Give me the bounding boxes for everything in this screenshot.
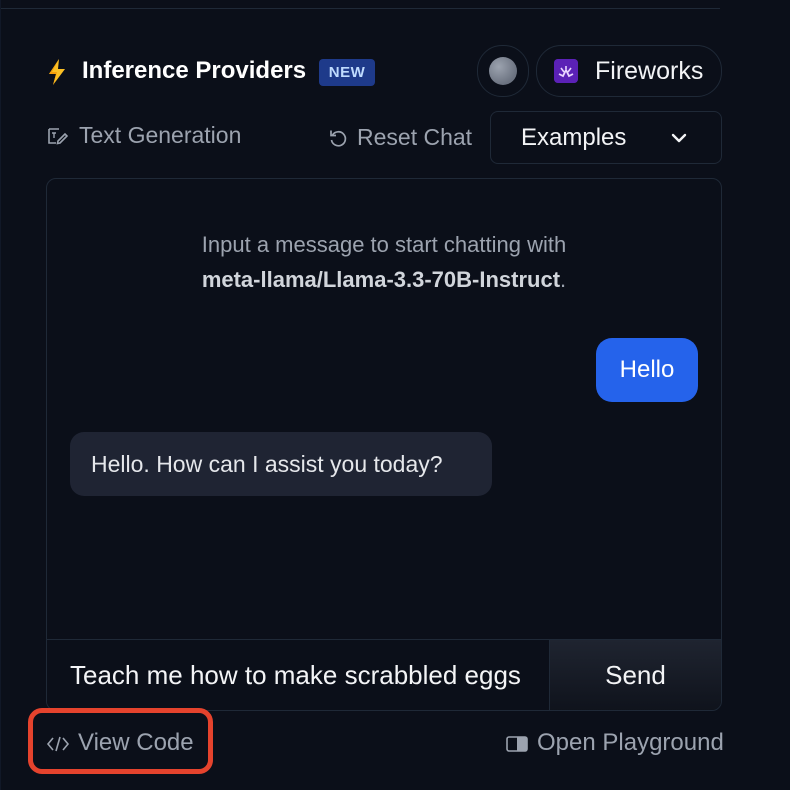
provider-avatar-button[interactable] [477, 45, 529, 97]
widget-header: Inference Providers NEW Fireworks [46, 45, 722, 97]
assistant-message: Hello. How can I assist you today? [70, 432, 492, 496]
open-playground-button[interactable]: Open Playground [506, 728, 724, 760]
open-playground-label: Open Playground [537, 729, 724, 756]
provider-avatar-icon [489, 57, 517, 85]
model-name: meta-llama/Llama-3.3-70B-Instruct [201, 267, 561, 292]
view-code-label: View Code [78, 729, 194, 756]
view-code-button[interactable]: View Code [46, 728, 196, 760]
top-divider [0, 0, 720, 9]
chat-intro: Input a message to start chatting with m… [47, 227, 721, 297]
fireworks-icon [554, 59, 578, 83]
task-label: Text Generation [79, 122, 242, 148]
new-badge: NEW [319, 59, 375, 86]
intro-text: Input a message to start chatting with [201, 232, 567, 257]
chat-panel: Input a message to start chatting with m… [46, 178, 722, 711]
provider-select-button[interactable]: Fireworks [536, 45, 722, 97]
send-button[interactable]: Send [549, 640, 721, 710]
left-divider [0, 0, 1, 790]
intro-suffix: . [560, 267, 567, 292]
user-message: Hello [596, 338, 698, 402]
examples-dropdown[interactable]: Examples [490, 111, 722, 164]
inference-widget: Inference Providers NEW Fireworks Text G… [0, 0, 790, 790]
bolt-icon [49, 59, 65, 85]
reset-icon [330, 130, 347, 147]
message-input[interactable] [47, 640, 549, 710]
provider-label: Fireworks [595, 57, 704, 85]
reset-chat-label: Reset Chat [357, 124, 473, 150]
intro-model-line: meta-llama/Llama-3.3-70B-Instruct. [47, 262, 721, 297]
panel-icon [506, 736, 528, 752]
text-generation-icon [48, 128, 68, 145]
reset-chat-button[interactable]: Reset Chat [328, 122, 478, 154]
code-icon [46, 736, 70, 752]
examples-label: Examples [521, 124, 627, 151]
message-input-row: Send [47, 639, 721, 710]
widget-title: Inference Providers [82, 57, 307, 84]
chevron-down-icon [671, 133, 687, 143]
